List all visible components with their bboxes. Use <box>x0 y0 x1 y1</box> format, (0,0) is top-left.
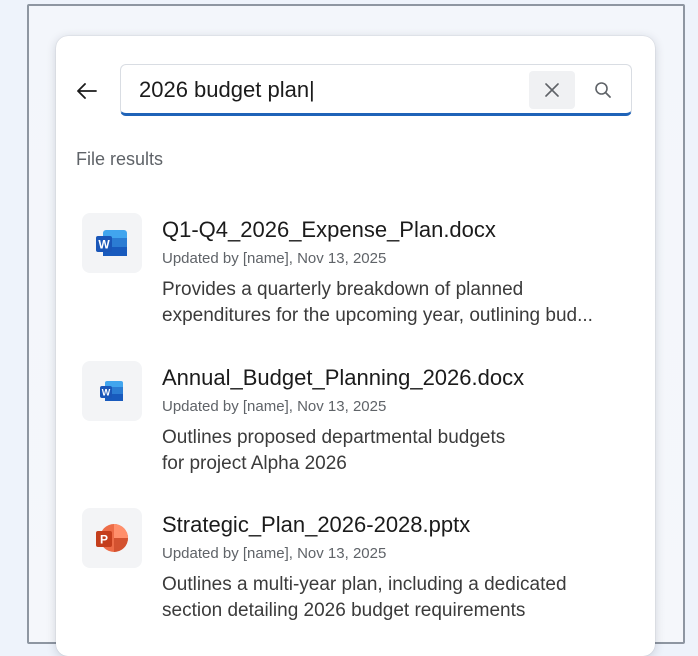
powerpoint-icon: P <box>82 508 142 568</box>
file-description: Provides a quarterly breakdown of planne… <box>162 279 593 326</box>
search-box[interactable] <box>120 64 632 116</box>
search-input[interactable] <box>139 75 519 105</box>
file-meta: Updated by [name], Nov 13, 2025 <box>162 545 387 562</box>
word-icon: W <box>82 213 142 273</box>
clear-search-button[interactable] <box>529 71 575 109</box>
svg-text:W: W <box>102 388 111 398</box>
word-icon: W <box>82 361 142 421</box>
file-result-item[interactable]: W Annual_Budget_Planning_2026.docx Updat… <box>74 361 634 501</box>
file-meta: Updated by [name], Nov 13, 2025 <box>162 398 387 415</box>
file-name: Q1-Q4_2026_Expense_Plan.docx <box>162 217 496 242</box>
svg-text:P: P <box>100 533 108 547</box>
arrow-left-icon <box>77 83 97 99</box>
file-description: Outlines proposed departmental budgets f… <box>162 427 506 474</box>
close-icon <box>545 83 559 97</box>
back-button[interactable] <box>72 76 102 106</box>
file-result-item[interactable]: P Strategic_Plan_2026-2028.pptx Updated … <box>74 508 634 648</box>
svg-text:W: W <box>98 238 110 252</box>
file-result-item[interactable]: W Q1-Q4_2026_Expense_Plan.docx Updated b… <box>74 213 634 353</box>
search-panel: File results W Q1-Q4_2026_Expense_Plan.d… <box>56 36 655 656</box>
search-button[interactable] <box>583 71 623 109</box>
search-icon <box>595 82 611 98</box>
file-meta: Updated by [name], Nov 13, 2025 <box>162 250 387 267</box>
section-title: File results <box>76 149 164 169</box>
file-name: Strategic_Plan_2026-2028.pptx <box>162 512 471 537</box>
file-description: Outlines a multi-year plan, including a … <box>162 574 567 621</box>
file-name: Annual_Budget_Planning_2026.docx <box>162 365 525 390</box>
